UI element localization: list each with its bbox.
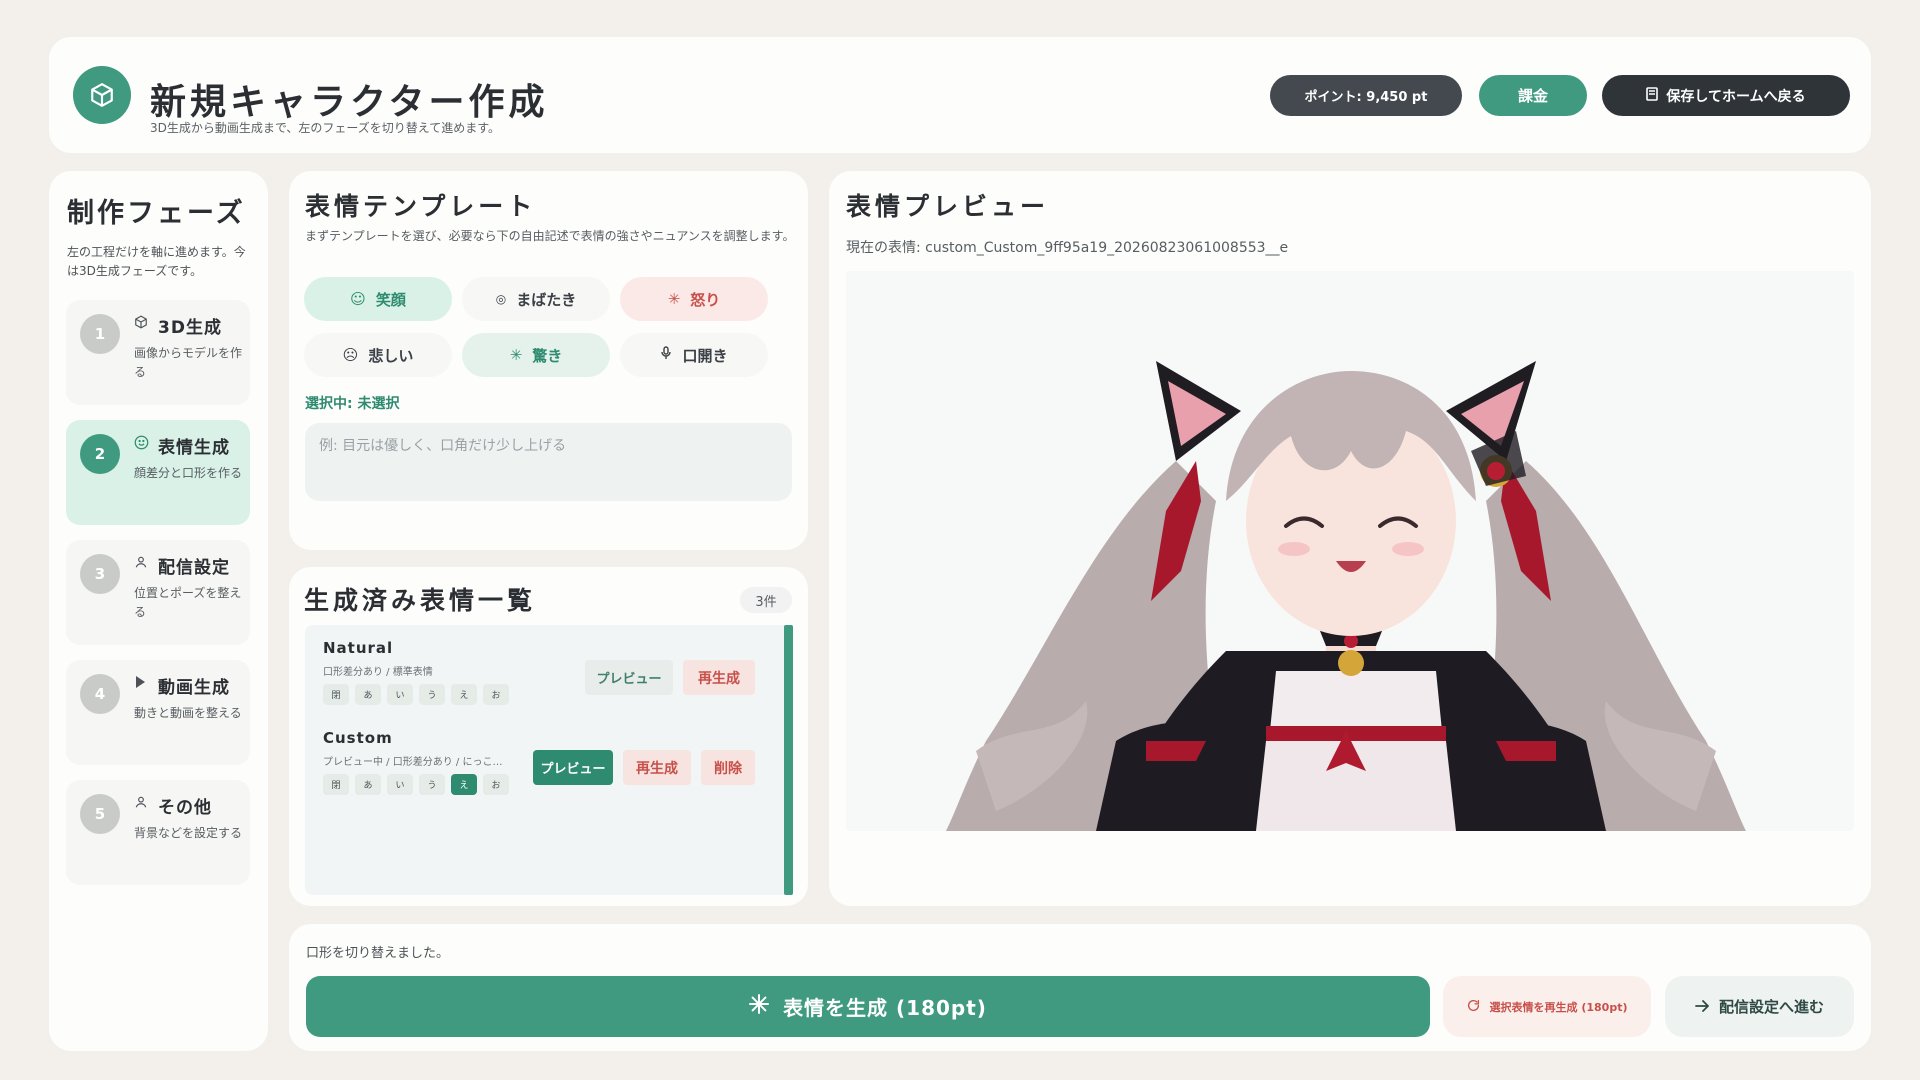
blink-icon: ◎ bbox=[495, 292, 507, 306]
sad-icon: ☹ bbox=[342, 346, 359, 364]
preview-title: 表情プレビュー bbox=[846, 192, 1050, 221]
template-chip-sad[interactable]: ☹ 悲しい bbox=[304, 333, 452, 377]
expression-name: Custom bbox=[323, 729, 393, 747]
expression-template-panel: 表情テンプレート まずテンプレートを選び、必要なら下の自由記述で表情の強さやニュ… bbox=[289, 171, 808, 550]
template-title: 表情テンプレート bbox=[305, 192, 537, 221]
arrow-right-icon bbox=[1695, 998, 1710, 1016]
smile-icon bbox=[134, 435, 150, 453]
mouth-shape-group: 閉 あ い う え お bbox=[323, 684, 509, 705]
phase-item-3d[interactable]: 1 3D生成 画像からモデルを作る bbox=[66, 300, 250, 405]
mouth-shape-button[interactable]: い bbox=[387, 684, 413, 705]
person-icon bbox=[134, 795, 150, 813]
status-message: 口形を切り替えました。 bbox=[306, 946, 450, 961]
phase-sidebar-desc: 左の工程だけを軸に進めます。今は3D生成フェーズです。 bbox=[67, 245, 246, 278]
regenerate-button[interactable]: 再生成 bbox=[683, 660, 755, 695]
smile-icon: ☺ bbox=[350, 290, 366, 308]
phase-item-video[interactable]: 4 動画生成 動きと動画を整える bbox=[66, 660, 250, 765]
phase-name: 配信設定 bbox=[158, 558, 230, 578]
sparkle-icon: ✳ bbox=[509, 346, 523, 364]
phase-name: その他 bbox=[158, 798, 212, 818]
expression-desc: 口形差分あり / 標準表情 bbox=[323, 667, 433, 678]
phase-desc: 動きと動画を整える bbox=[134, 706, 242, 720]
template-chip-blink[interactable]: ◎ まばたき bbox=[462, 277, 610, 321]
expression-name: Natural bbox=[323, 639, 394, 657]
generated-count-badge: 3件 bbox=[740, 587, 792, 613]
page-subtitle: 3D生成から動画生成まで、左のフェーズを切り替えて進めます。 bbox=[150, 121, 500, 135]
mouth-shape-button[interactable]: う bbox=[419, 774, 445, 795]
template-chip-mouth-open[interactable]: 口開き bbox=[620, 333, 768, 377]
phase-desc: 画像からモデルを作る bbox=[134, 346, 243, 379]
mouth-shape-button[interactable]: お bbox=[483, 774, 509, 795]
generated-expression-list[interactable]: Natural 口形差分あり / 標準表情 閉 あ い う え お プレビュー … bbox=[305, 625, 793, 895]
list-scrollbar[interactable] bbox=[784, 625, 793, 895]
play-icon bbox=[134, 675, 150, 693]
app-header: 新規キャラクター作成 3D生成から動画生成まで、左のフェーズを切り替えて進めます… bbox=[49, 37, 1871, 153]
mouth-shape-button[interactable]: い bbox=[387, 774, 413, 795]
save-home-button[interactable]: 保存してホームへ戻る bbox=[1602, 75, 1850, 116]
preview-button[interactable]: プレビュー bbox=[585, 660, 673, 695]
generate-expression-button[interactable]: 表情を生成 (180pt) bbox=[306, 976, 1430, 1037]
template-chip-angry[interactable]: ✳ 怒り bbox=[620, 277, 768, 321]
list-item-natural: Natural 口形差分あり / 標準表情 閉 あ い う え お プレビュー … bbox=[323, 639, 783, 719]
phase-item-stream[interactable]: 3 配信設定 位置とポーズを整える bbox=[66, 540, 250, 645]
current-expression-label: 現在の表情: custom_Custom_9ff95a19_2026082306… bbox=[846, 240, 1289, 256]
save-icon bbox=[1646, 86, 1659, 105]
list-item-custom: Custom プレビュー中 / 口形差分あり / にっこ… 閉 あ い う え … bbox=[323, 729, 783, 809]
phase-desc: 位置とポーズを整える bbox=[134, 586, 242, 619]
mouth-shape-button[interactable]: え bbox=[451, 684, 477, 705]
preview-button-active[interactable]: プレビュー bbox=[533, 750, 613, 785]
template-chip-surprise[interactable]: ✳ 驚き bbox=[462, 333, 610, 377]
points-badge: ポイント: 9,450 pt bbox=[1270, 75, 1462, 116]
phase-desc: 背景などを設定する bbox=[134, 826, 243, 840]
phase-name: 3D生成 bbox=[158, 318, 222, 338]
mouth-shape-button[interactable]: 閉 bbox=[323, 684, 349, 705]
delete-button[interactable]: 削除 bbox=[701, 750, 755, 785]
mouth-shape-group: 閉 あ い う え お bbox=[323, 774, 509, 795]
mouth-shape-button[interactable]: お bbox=[483, 684, 509, 705]
cube-icon bbox=[134, 315, 150, 333]
sparkle-icon bbox=[749, 994, 770, 1019]
action-bar: 口形を切り替えました。 表情を生成 (180pt) 選択表情を再生成 (180p… bbox=[289, 924, 1871, 1051]
phase-item-other[interactable]: 5 その他 背景などを設定する bbox=[66, 780, 250, 885]
mouth-shape-button[interactable]: あ bbox=[355, 684, 381, 705]
selected-template-label: 選択中: 未選択 bbox=[305, 396, 400, 412]
burst-icon: ✳ bbox=[667, 290, 681, 308]
generated-list-title: 生成済み表情一覧 bbox=[304, 586, 537, 615]
character-preview-canvas[interactable] bbox=[846, 271, 1854, 831]
template-chip-smile[interactable]: ☺ 笑顔 bbox=[304, 277, 452, 321]
expression-preview-panel: 表情プレビュー 現在の表情: custom_Custom_9ff95a19_20… bbox=[829, 171, 1871, 906]
billing-button[interactable]: 課金 bbox=[1479, 75, 1587, 116]
generated-expression-panel: 生成済み表情一覧 3件 Natural 口形差分あり / 標準表情 閉 あ い … bbox=[289, 567, 808, 906]
phase-number: 1 bbox=[80, 314, 120, 354]
phase-item-expression[interactable]: 2 表情生成 顔差分と口形を作る bbox=[66, 420, 250, 525]
character-model-image bbox=[946, 361, 1746, 831]
expression-desc: プレビュー中 / 口形差分あり / にっこ… bbox=[323, 757, 503, 768]
expression-free-text-input[interactable] bbox=[305, 423, 792, 501]
phase-name: 動画生成 bbox=[158, 678, 230, 698]
cube-logo-icon bbox=[73, 66, 131, 124]
phase-number: 4 bbox=[80, 674, 120, 714]
phase-sidebar: 制作フェーズ 左の工程だけを軸に進めます。今は3D生成フェーズです。 1 3D生… bbox=[49, 171, 268, 1051]
phase-name: 表情生成 bbox=[158, 438, 230, 458]
phase-sidebar-title: 制作フェーズ bbox=[67, 198, 246, 229]
regenerate-selected-button[interactable]: 選択表情を再生成 (180pt) bbox=[1443, 976, 1651, 1037]
mouth-shape-button[interactable]: う bbox=[419, 684, 445, 705]
person-icon bbox=[134, 555, 150, 573]
mouth-shape-button-active[interactable]: え bbox=[451, 774, 477, 795]
mouth-shape-button[interactable]: あ bbox=[355, 774, 381, 795]
phase-desc: 顔差分と口形を作る bbox=[134, 466, 243, 480]
mouth-shape-button[interactable]: 閉 bbox=[323, 774, 349, 795]
phase-number: 2 bbox=[80, 434, 120, 474]
next-stream-settings-button[interactable]: 配信設定へ進む bbox=[1665, 976, 1854, 1037]
refresh-icon bbox=[1467, 999, 1480, 1015]
page-title: 新規キャラクター作成 bbox=[150, 81, 549, 123]
regenerate-button[interactable]: 再生成 bbox=[623, 750, 691, 785]
phase-number: 5 bbox=[80, 794, 120, 834]
phase-number: 3 bbox=[80, 554, 120, 594]
mic-icon bbox=[660, 346, 672, 364]
template-desc: まずテンプレートを選び、必要なら下の自由記述で表情の強さやニュアンスを調整します… bbox=[305, 229, 795, 243]
